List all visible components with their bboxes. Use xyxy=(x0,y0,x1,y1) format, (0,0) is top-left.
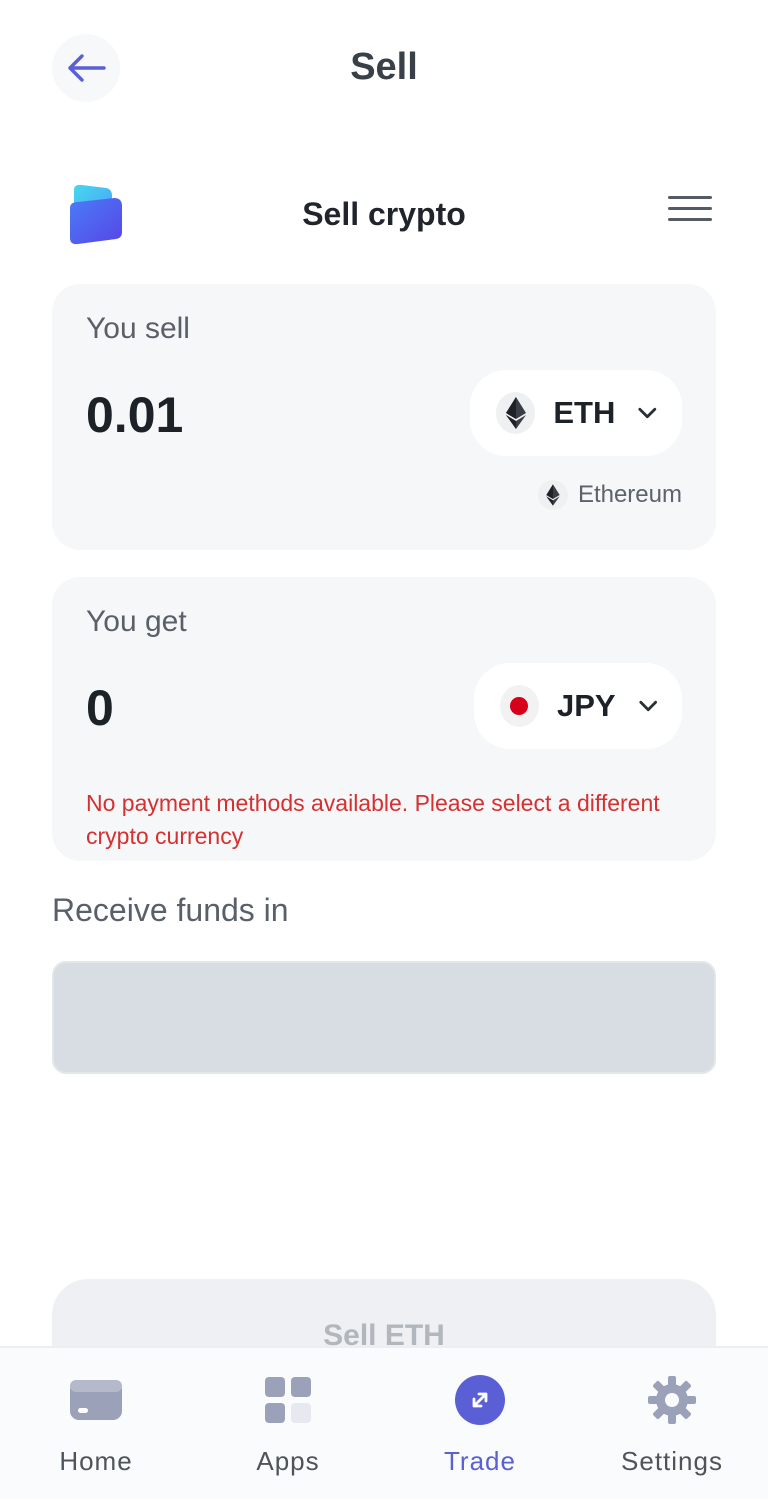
sell-amount-input[interactable]: 0.01 xyxy=(86,386,183,444)
receive-funds-label: Receive funds in xyxy=(52,892,289,928)
get-amount-card: You get 0 JPY No payment methods availab… xyxy=(52,577,716,861)
network-indicator: Ethereum xyxy=(537,480,682,510)
nav-label-home: Home xyxy=(59,1446,133,1476)
bottom-nav: Home Apps Trade Settings xyxy=(0,1346,768,1499)
nav-label-trade: Trade xyxy=(444,1446,516,1476)
nav-label-apps: Apps xyxy=(256,1446,320,1476)
japan-flag-icon xyxy=(500,685,539,727)
page-title: Sell xyxy=(350,46,418,88)
sell-screen: Sell Sell crypto You sell 0.01 ETH Ether… xyxy=(0,0,768,1499)
gear-icon xyxy=(642,1372,702,1428)
sell-label: You sell xyxy=(86,312,190,345)
wallet-icon xyxy=(66,1372,126,1428)
get-currency-code: JPY xyxy=(556,688,616,723)
sell-currency-selector[interactable]: ETH xyxy=(470,370,682,456)
ethereum-icon xyxy=(496,392,536,434)
chevron-down-icon xyxy=(638,700,657,712)
nav-label-settings: Settings xyxy=(621,1446,723,1476)
hamburger-menu-icon xyxy=(668,196,712,221)
error-message: No payment methods available. Please sel… xyxy=(86,790,660,849)
get-currency-selector[interactable]: JPY xyxy=(474,663,682,749)
nav-item-trade[interactable]: Trade xyxy=(384,1348,576,1499)
receive-funds-select[interactable] xyxy=(52,961,716,1074)
get-label: You get xyxy=(86,605,187,638)
nav-item-apps[interactable]: Apps xyxy=(192,1348,384,1499)
get-amount-value: 0 xyxy=(86,680,114,736)
menu-button[interactable] xyxy=(668,196,712,226)
ethereum-small-icon xyxy=(537,480,568,510)
chevron-down-icon xyxy=(638,407,657,419)
nav-item-settings[interactable]: Settings xyxy=(576,1348,768,1499)
sell-currency-code: ETH xyxy=(553,395,616,430)
sell-amount-card: You sell 0.01 ETH Ethereum xyxy=(52,284,716,550)
nav-item-home[interactable]: Home xyxy=(0,1348,192,1499)
apps-grid-icon xyxy=(258,1372,318,1428)
trade-swap-icon xyxy=(450,1372,510,1428)
network-label: Ethereum xyxy=(577,481,682,508)
widget-title: Sell crypto xyxy=(302,196,466,232)
